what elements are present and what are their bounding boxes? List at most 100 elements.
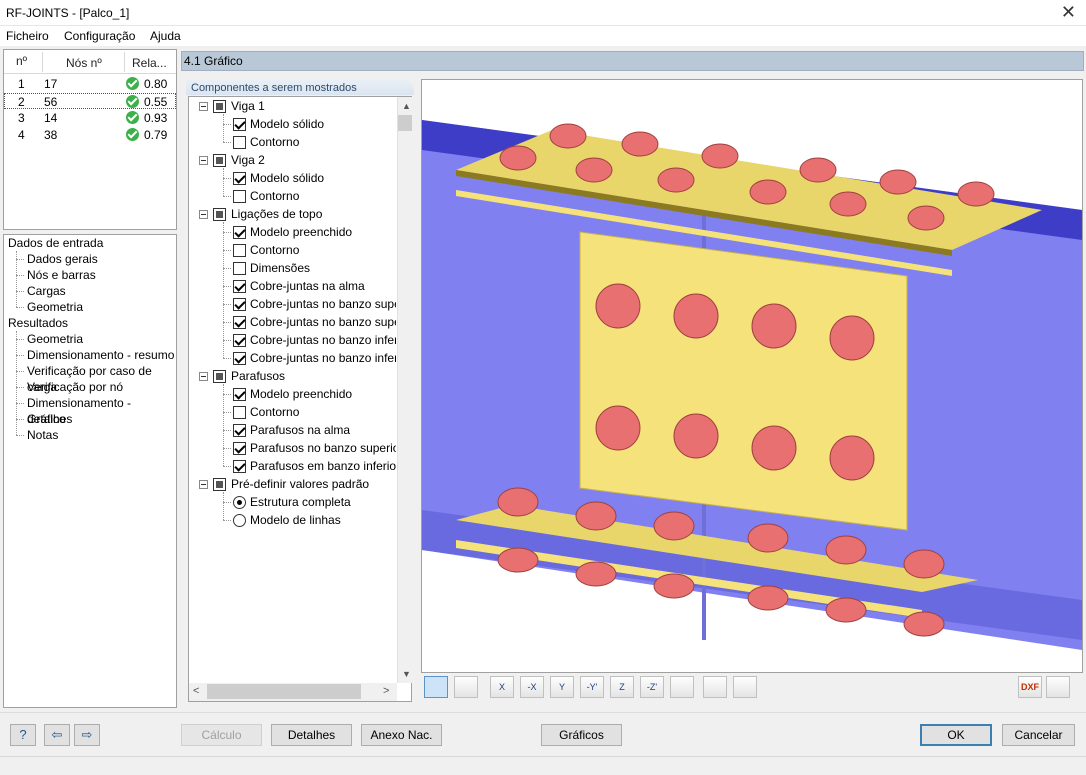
ligacoes-checkbox[interactable] xyxy=(213,208,226,221)
vertical-scrollbar[interactable]: ▲ ▼ xyxy=(397,97,412,683)
collapse-icon[interactable] xyxy=(199,102,208,111)
viga2-checkbox[interactable] xyxy=(213,154,226,167)
cancelar-button[interactable]: Cancelar xyxy=(1002,724,1075,746)
nav-group-results[interactable]: Resultados xyxy=(8,315,68,331)
view-z-icon[interactable]: Z xyxy=(610,676,634,698)
viga2-modelo-solido-checkbox[interactable] xyxy=(233,172,246,185)
col-header-node[interactable]: Nós nº xyxy=(66,56,102,70)
collapse-icon[interactable] xyxy=(199,156,208,165)
table-row[interactable]: 3 14 0.93 xyxy=(4,110,176,126)
viga2-contorno-checkbox[interactable] xyxy=(233,190,246,203)
scroll-left-icon[interactable]: < xyxy=(193,685,199,697)
ligacoes-cj-banzo-sup2-checkbox[interactable] xyxy=(233,316,246,329)
nav-item-geometria-input[interactable]: Geometria xyxy=(27,299,83,315)
close-icon[interactable]: ✕ xyxy=(1061,2,1076,22)
render-wire-icon[interactable] xyxy=(454,676,478,698)
scroll-down-icon[interactable]: ▼ xyxy=(402,669,411,679)
navigation-tree: Dados de entrada Dados gerais Nós e barr… xyxy=(3,234,177,708)
zoom-icon[interactable] xyxy=(703,676,727,698)
calculo-button[interactable]: Cálculo xyxy=(181,724,262,746)
view-minus-x-icon[interactable]: -X xyxy=(520,676,544,698)
copy-icon[interactable] xyxy=(733,676,757,698)
parafusos-checkbox[interactable] xyxy=(213,370,226,383)
joint-3d-render xyxy=(422,120,1082,650)
viga1-checkbox[interactable] xyxy=(213,100,226,113)
scroll-thumb[interactable] xyxy=(398,115,412,131)
nav-item-geometria-results[interactable]: Geometria xyxy=(27,331,83,347)
nav-item-dados-gerais[interactable]: Dados gerais xyxy=(27,251,98,267)
ligacoes-modelo-preenchido-checkbox[interactable] xyxy=(233,226,246,239)
ligacoes-cj-banzo-inf1-checkbox[interactable] xyxy=(233,334,246,347)
next-page-icon[interactable]: ⇨ xyxy=(74,724,100,746)
view-iso-icon[interactable] xyxy=(670,676,694,698)
ligacoes-cj-banzo-sup2-label: Cobre-juntas no banzo superior xyxy=(250,315,396,329)
viga1-contorno-checkbox[interactable] xyxy=(233,136,246,149)
nav-item-nos-barras[interactable]: Nós e barras xyxy=(27,267,96,283)
ligacoes-label: Ligações de topo xyxy=(231,207,323,221)
view-minus-z-icon[interactable]: -Z' xyxy=(640,676,664,698)
parafusos-banzo-sup-checkbox[interactable] xyxy=(233,442,246,455)
nav-item-notas[interactable]: Notas xyxy=(27,427,58,443)
row-ratio: 0.79 xyxy=(144,128,168,142)
nav-item-verificacao-caso[interactable]: Verificação por caso de carga xyxy=(27,363,176,394)
viga2-modelo-solido-label: Modelo sólido xyxy=(250,171,325,185)
collapse-icon[interactable] xyxy=(199,480,208,489)
nav-item-dimensionamento-resumo[interactable]: Dimensionamento - resumo xyxy=(27,347,174,363)
table-row[interactable]: 1 17 0.80 xyxy=(4,76,176,92)
anexo-nac-button[interactable]: Anexo Nac. xyxy=(361,724,442,746)
nav-item-verificacao-no[interactable]: Verificação por nó xyxy=(27,379,123,395)
graficos-button[interactable]: Gráficos xyxy=(541,724,622,746)
menu-ajuda[interactable]: Ajuda xyxy=(150,29,181,43)
ligacoes-dimensoes-checkbox[interactable] xyxy=(233,262,246,275)
dxf-export-icon[interactable]: DXF xyxy=(1018,676,1042,698)
print-icon[interactable] xyxy=(1046,676,1070,698)
parafusos-label: Parafusos xyxy=(231,369,286,383)
collapse-icon[interactable] xyxy=(199,210,208,219)
tree-line xyxy=(223,178,231,179)
parafusos-banzo-sup-label: Parafusos no banzo superior xyxy=(250,441,396,455)
ligacoes-cj-alma-checkbox[interactable] xyxy=(233,280,246,293)
parafusos-contorno-checkbox[interactable] xyxy=(233,406,246,419)
col-header-ratio[interactable]: Rela... xyxy=(132,56,167,70)
menu-configuracao[interactable]: Configuração xyxy=(64,29,135,43)
parafusos-alma-checkbox[interactable] xyxy=(233,424,246,437)
scroll-right-icon[interactable]: > xyxy=(383,685,389,697)
scroll-up-icon[interactable]: ▲ xyxy=(402,101,411,111)
parafusos-modelo-preenchido-checkbox[interactable] xyxy=(233,388,246,401)
ok-button[interactable]: OK xyxy=(920,724,992,746)
detalhes-button[interactable]: Detalhes xyxy=(271,724,352,746)
nav-item-cargas[interactable]: Cargas xyxy=(27,283,66,299)
view-x-icon[interactable]: X xyxy=(490,676,514,698)
viga1-modelo-solido-checkbox[interactable] xyxy=(233,118,246,131)
parafusos-banzo-inf-checkbox[interactable] xyxy=(233,460,246,473)
table-row[interactable]: 4 38 0.79 xyxy=(4,127,176,143)
previous-page-icon[interactable]: ⇦ xyxy=(44,724,70,746)
view-minus-y-icon[interactable]: -Y' xyxy=(580,676,604,698)
ligacoes-cj-banzo-inf2-checkbox[interactable] xyxy=(233,352,246,365)
menu-bar: Ficheiro Configuração Ajuda xyxy=(0,26,1086,46)
render-solid-icon[interactable] xyxy=(424,676,448,698)
ligacoes-cj-banzo-sup1-checkbox[interactable] xyxy=(233,298,246,311)
row-ratio: 0.80 xyxy=(144,77,168,91)
collapse-icon[interactable] xyxy=(199,372,208,381)
horizontal-scrollbar[interactable]: < > xyxy=(189,683,397,701)
parafusos-modelo-preenchido-label: Modelo preenchido xyxy=(250,387,353,401)
col-header-n[interactable]: nº xyxy=(16,54,27,68)
nav-item-dimensionamento-detalhes[interactable]: Dimensionamento - detalhes xyxy=(27,395,176,426)
tree-line xyxy=(16,435,24,436)
scroll-thumb[interactable] xyxy=(207,684,361,699)
check-ok-icon xyxy=(126,128,139,141)
nav-group-input[interactable]: Dados de entrada xyxy=(8,235,103,251)
menu-ficheiro[interactable]: Ficheiro xyxy=(6,29,49,43)
graphic-view[interactable] xyxy=(421,79,1083,673)
estrutura-completa-radio[interactable] xyxy=(233,496,246,509)
predefinir-checkbox[interactable] xyxy=(213,478,226,491)
help-icon[interactable]: ? xyxy=(10,724,36,746)
ligacoes-cj-banzo-inf2-label: Cobre-juntas no banzo inferior xyxy=(250,351,396,365)
ligacoes-contorno-checkbox[interactable] xyxy=(233,244,246,257)
modelo-linhas-radio[interactable] xyxy=(233,514,246,527)
view-y-icon[interactable]: Y xyxy=(550,676,574,698)
nav-item-grafico[interactable]: Gráfico xyxy=(27,411,66,427)
check-ok-icon xyxy=(126,95,139,108)
table-row[interactable]: 2 56 0.55 xyxy=(4,93,176,109)
